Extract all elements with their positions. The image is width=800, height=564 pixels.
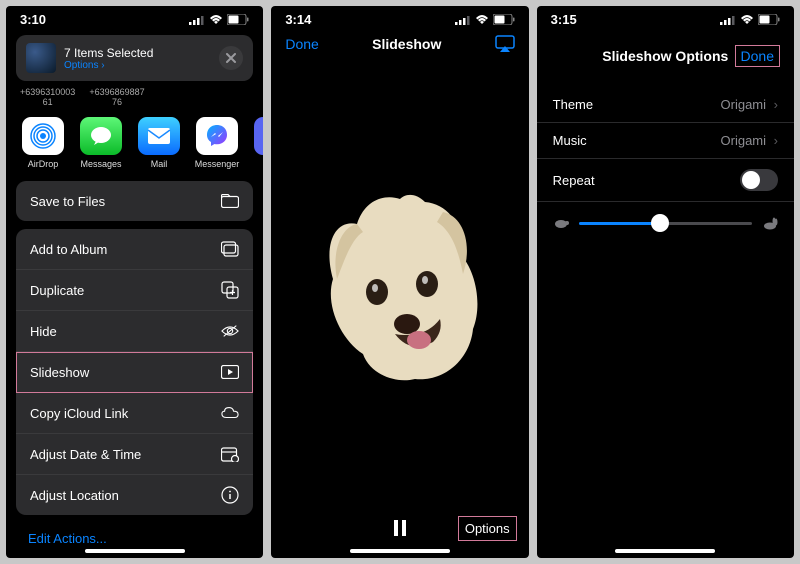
status-time: 3:15 <box>551 12 577 27</box>
signal-icon <box>455 15 471 25</box>
app-messages[interactable]: Messages <box>78 117 124 169</box>
options-button[interactable]: Options <box>458 516 517 541</box>
cloud-link-icon <box>221 404 239 422</box>
slideshow-nav: Done Slideshow <box>271 29 528 59</box>
done-button[interactable]: Done <box>285 36 318 52</box>
speed-slider[interactable] <box>579 222 752 225</box>
options-nav: Slideshow Options Done <box>537 29 794 77</box>
share-header: 7 Items Selected Options › <box>16 35 253 81</box>
signal-icon <box>720 15 736 25</box>
music-label: Music <box>553 133 587 148</box>
status-time: 3:14 <box>285 12 311 27</box>
battery-icon <box>758 14 780 25</box>
wifi-icon <box>475 15 489 25</box>
messenger-icon <box>203 122 231 150</box>
pause-button[interactable] <box>393 520 407 536</box>
contact-item[interactable]: +639631000361 <box>20 87 75 107</box>
chevron-right-icon: › <box>770 97 778 112</box>
messages-icon <box>88 123 114 149</box>
share-sheet-screen: 3:10 7 Items Selected Options › +6396310… <box>6 6 263 558</box>
theme-label: Theme <box>553 97 593 112</box>
repeat-toggle[interactable] <box>740 169 778 191</box>
album-icon <box>221 240 239 258</box>
slideshow-icon <box>221 363 239 381</box>
close-button[interactable] <box>219 46 243 70</box>
home-indicator[interactable] <box>350 549 450 553</box>
music-value: Origami <box>721 133 767 148</box>
selection-thumbnail <box>26 43 56 73</box>
save-to-files-label: Save to Files <box>30 194 105 209</box>
app-messenger[interactable]: Messenger <box>194 117 240 169</box>
action-adjust-location[interactable]: Adjust Location <box>16 475 253 515</box>
slideshow-player-screen: 3:14 Done Slideshow Op <box>271 6 528 558</box>
airplay-icon <box>495 35 515 53</box>
contact-suggestions: +639631000361 +639686988776 <box>6 81 263 111</box>
info-icon <box>221 486 239 504</box>
rabbit-icon <box>762 216 778 230</box>
status-time: 3:10 <box>20 12 46 27</box>
options-link[interactable]: Options › <box>64 60 211 71</box>
theme-value: Origami <box>721 97 767 112</box>
pause-icon <box>393 520 407 536</box>
status-indicators <box>720 14 780 25</box>
action-slideshow[interactable]: Slideshow <box>16 352 253 393</box>
repeat-row: Repeat <box>537 159 794 202</box>
turtle-icon <box>553 217 569 229</box>
airplay-button[interactable] <box>495 35 515 53</box>
mail-icon <box>146 126 172 146</box>
airdrop-icon <box>29 122 57 150</box>
hide-icon <box>221 322 239 340</box>
repeat-label: Repeat <box>553 173 595 188</box>
action-list: Add to Album Duplicate Hide Slideshow Co… <box>16 229 253 515</box>
action-add-to-album[interactable]: Add to Album <box>16 229 253 270</box>
theme-row[interactable]: Theme Origami › <box>537 87 794 123</box>
wifi-icon <box>209 15 223 25</box>
speed-slider-row <box>537 202 794 244</box>
app-row[interactable]: AirDrop Messages Mail Messenger D <box>6 111 263 177</box>
status-bar: 3:14 <box>271 6 528 29</box>
music-row[interactable]: Music Origami › <box>537 123 794 159</box>
status-indicators <box>189 14 249 25</box>
status-bar: 3:10 <box>6 6 263 29</box>
home-indicator[interactable] <box>85 549 185 553</box>
action-hide[interactable]: Hide <box>16 311 253 352</box>
battery-icon <box>227 14 249 25</box>
save-to-files-button[interactable]: Save to Files <box>16 181 253 221</box>
slideshow-stage[interactable] <box>271 59 528 508</box>
duplicate-icon <box>221 281 239 299</box>
close-icon <box>226 53 236 63</box>
options-title: Slideshow Options <box>602 48 728 64</box>
done-button[interactable]: Done <box>735 45 780 67</box>
slideshow-image <box>315 184 485 384</box>
settings-list: Theme Origami › Music Origami › Repeat <box>537 87 794 244</box>
app-partial[interactable]: D <box>252 117 263 169</box>
app-airdrop[interactable]: AirDrop <box>20 117 66 169</box>
chevron-right-icon: › <box>770 133 778 148</box>
selection-title: 7 Items Selected <box>64 46 211 60</box>
action-copy-icloud-link[interactable]: Copy iCloud Link <box>16 393 253 434</box>
status-indicators <box>455 14 515 25</box>
signal-icon <box>189 15 205 25</box>
action-duplicate[interactable]: Duplicate <box>16 270 253 311</box>
slideshow-title: Slideshow <box>372 36 441 52</box>
calendar-icon <box>221 445 239 463</box>
status-bar: 3:15 <box>537 6 794 29</box>
home-indicator[interactable] <box>615 549 715 553</box>
contact-item[interactable]: +639686988776 <box>89 87 144 107</box>
action-adjust-date-time[interactable]: Adjust Date & Time <box>16 434 253 475</box>
battery-icon <box>493 14 515 25</box>
wifi-icon <box>740 15 754 25</box>
folder-icon <box>221 192 239 210</box>
app-mail[interactable]: Mail <box>136 117 182 169</box>
slideshow-options-screen: 3:15 Slideshow Options Done Theme Origam… <box>537 6 794 558</box>
